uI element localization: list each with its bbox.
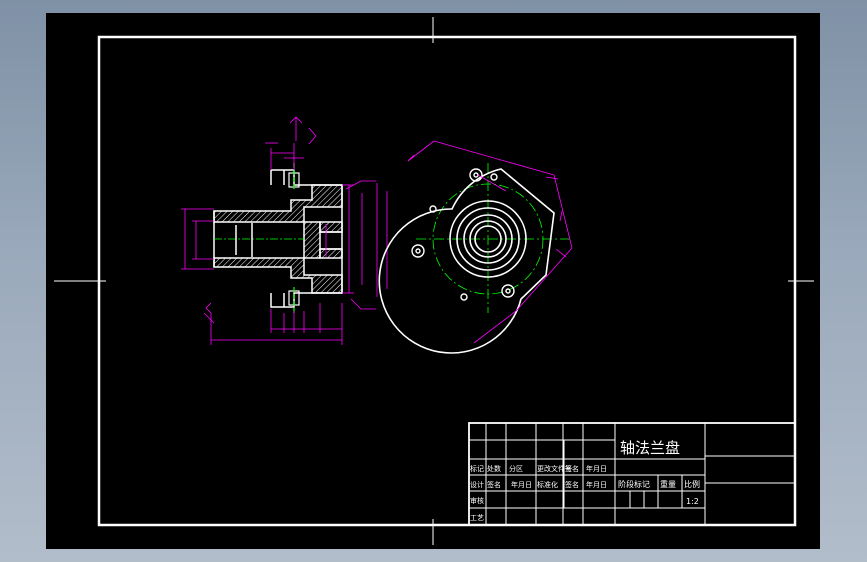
title-row-b-4: 签名: [565, 480, 579, 489]
drawing-frame: [97, 35, 797, 527]
part-name: 轴法兰盘: [620, 439, 680, 457]
title-row-a-1: 处数: [487, 464, 501, 473]
scale-label: 比例: [684, 479, 700, 489]
title-row-a-5: 年月日: [586, 464, 607, 473]
title-row-b-5: 年月日: [586, 480, 607, 489]
weight-label: 重量: [660, 479, 676, 489]
front-outline: [378, 168, 555, 354]
title-row-a-2: 分区: [509, 464, 523, 473]
drawing-sheet: 轴法兰盘 标记 处数 分区 更改文件号 签名 年月日 设计 签名 年月日 标准化…: [46, 13, 820, 549]
scale-value: 1:2: [686, 497, 699, 506]
title-row-a-0: 标记: [470, 464, 484, 473]
centering-marks: [54, 17, 814, 545]
section-view: [181, 116, 388, 345]
front-centerlines: [416, 163, 572, 313]
front-bolt-holes: [411, 168, 515, 301]
title-row-d-0: 工艺: [470, 514, 484, 522]
front-dimensions: [407, 140, 573, 344]
front-view: [378, 140, 573, 354]
cad-drawing-canvas: 轴法兰盘 标记 处数 分区 更改文件号 签名 年月日 设计 签名 年月日 标准化…: [54, 17, 814, 545]
title-row-b-0: 设计: [470, 480, 484, 489]
title-row-b-2: 年月日: [511, 480, 532, 489]
title-row-b-3: 标准化: [537, 480, 558, 489]
section-dimensions: [181, 116, 388, 345]
title-row-a-4: 签名: [565, 464, 579, 473]
title-row-b-1: 签名: [487, 480, 501, 489]
title-row-c-0: 审核: [470, 496, 484, 505]
stage-label: 阶段标记: [618, 479, 650, 489]
